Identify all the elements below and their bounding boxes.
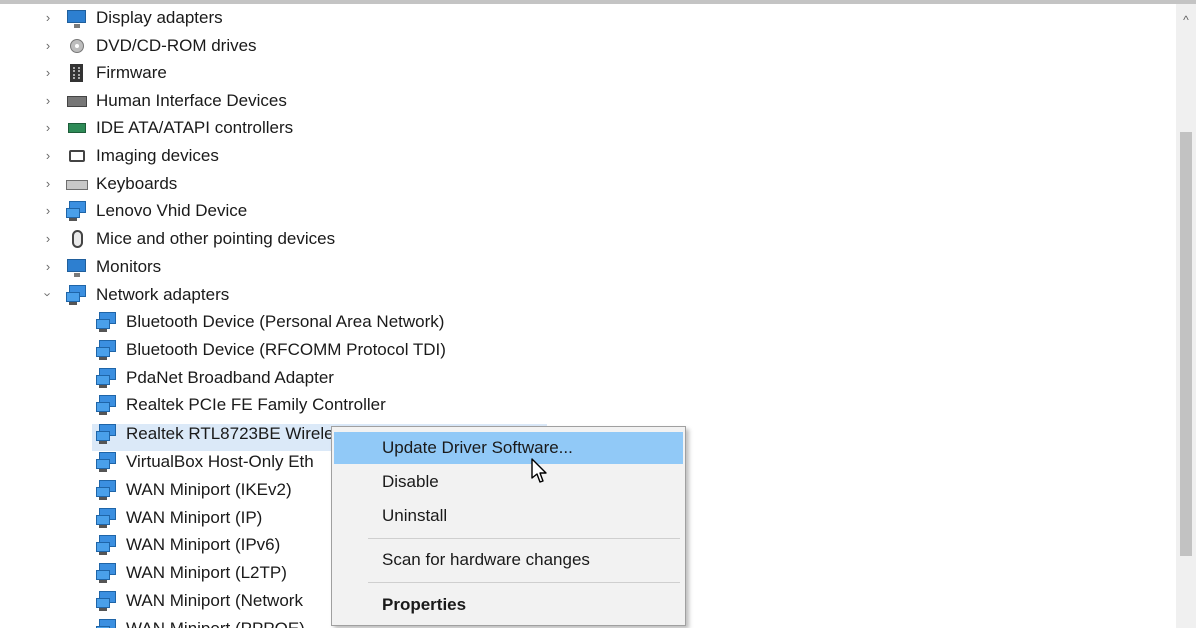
menu-item-label: Scan for hardware changes — [382, 550, 590, 569]
mouse-icon — [66, 229, 88, 249]
network-adapter-item[interactable]: WAN Miniport (PPPOE) — [96, 615, 305, 628]
menu-item-label: Update Driver Software... — [382, 438, 573, 457]
network-adapter-label: Bluetooth Device (RFCOMM Protocol TDI) — [126, 340, 446, 359]
network-adapter-label: Realtek PCIe FE Family Controller — [126, 395, 386, 414]
display-adapter-icon — [66, 8, 88, 28]
tree-item-label: Mice and other pointing devices — [96, 229, 336, 248]
network-adapter-icon — [96, 562, 118, 583]
menu-separator — [368, 582, 680, 583]
chevron-right-icon[interactable]: › — [40, 4, 56, 31]
menu-item-label: Uninstall — [382, 506, 448, 525]
dvd-drive-icon — [66, 36, 88, 56]
network-adapter-label: PdaNet Broadband Adapter — [126, 368, 334, 387]
vertical-scrollbar[interactable]: ^ — [1176, 4, 1196, 628]
network-adapter-icon — [96, 367, 118, 388]
network-adapter-label: WAN Miniport (Network — [126, 591, 303, 610]
menu-item-scan-hardware[interactable]: Scan for hardware changes — [334, 544, 683, 576]
network-adapter-item[interactable]: VirtualBox Host-Only Eth — [96, 448, 314, 475]
network-adapter-icon — [96, 339, 118, 360]
menu-item-properties[interactable]: Properties — [334, 589, 683, 621]
tree-item-label: DVD/CD-ROM drives — [96, 36, 257, 55]
network-adapter-item[interactable]: PdaNet Broadband Adapter — [96, 364, 334, 391]
network-adapter-label: WAN Miniport (IKEv2) — [126, 480, 292, 499]
network-adapter-label: WAN Miniport (IPv6) — [126, 535, 281, 554]
imaging-device-icon — [66, 146, 88, 166]
keyboard-icon — [66, 174, 88, 194]
tree-item-label: Lenovo Vhid Device — [96, 201, 248, 220]
network-adapter-item[interactable]: Bluetooth Device (Personal Area Network) — [96, 308, 444, 335]
hid-icon — [66, 91, 88, 111]
chevron-right-icon[interactable]: › — [40, 32, 56, 59]
network-adapter-item-selected[interactable]: Realtek RTL8723BE Wirele — [96, 420, 334, 447]
network-adapter-icon — [96, 507, 118, 528]
network-adapter-icon — [96, 590, 118, 611]
chevron-right-icon[interactable]: › — [40, 87, 56, 114]
tree-item-label: Display adapters — [96, 8, 223, 27]
network-adapter-label: WAN Miniport (PPPOE) — [126, 615, 305, 628]
network-adapter-icon — [96, 451, 118, 472]
mouse-cursor-icon — [531, 458, 547, 483]
network-adapter-item[interactable]: WAN Miniport (IPv6) — [96, 531, 280, 558]
menu-item-uninstall[interactable]: Uninstall — [334, 500, 683, 532]
menu-item-disable[interactable]: Disable — [334, 466, 683, 498]
scroll-up-arrow-icon[interactable]: ^ — [1176, 10, 1196, 30]
network-adapter-icon — [66, 284, 88, 305]
tree-item-label: Firmware — [96, 63, 167, 82]
menu-item-update-driver[interactable]: Update Driver Software... — [334, 432, 683, 464]
context-menu: Update Driver Software... Disable Uninst… — [331, 426, 686, 626]
monitor-icon — [66, 257, 88, 277]
network-adapter-icon — [96, 423, 118, 444]
network-adapter-item[interactable]: WAN Miniport (IP) — [96, 504, 262, 531]
scrollbar-thumb[interactable] — [1180, 132, 1192, 556]
tree-item-label: IDE ATA/ATAPI controllers — [96, 118, 294, 137]
menu-separator — [368, 538, 680, 539]
tree-item-label: Keyboards — [96, 174, 178, 193]
tree-item-label: Network adapters — [96, 285, 230, 304]
tree-item-label: Monitors — [96, 257, 162, 276]
network-adapter-item[interactable]: WAN Miniport (L2TP) — [96, 559, 287, 586]
menu-item-label: Properties — [382, 595, 467, 614]
tree-item-label: Human Interface Devices — [96, 91, 287, 110]
tree-item-label: Imaging devices — [96, 146, 219, 165]
network-adapter-icon — [96, 311, 118, 332]
network-adapter-icon — [96, 394, 118, 415]
network-adapter-label: VirtualBox Host-Only Eth — [126, 452, 314, 471]
lenovo-device-icon — [66, 200, 88, 221]
network-adapter-label: Realtek RTL8723BE Wirele — [126, 424, 334, 443]
menu-item-label: Disable — [382, 472, 439, 491]
chevron-right-icon[interactable]: › — [40, 197, 56, 224]
network-adapter-icon — [96, 618, 118, 628]
network-adapter-label: WAN Miniport (IP) — [126, 508, 263, 527]
chevron-right-icon[interactable]: › — [40, 253, 56, 280]
chevron-right-icon[interactable]: › — [40, 114, 56, 141]
chevron-right-icon[interactable]: › — [40, 142, 56, 169]
network-adapter-item[interactable]: Bluetooth Device (RFCOMM Protocol TDI) — [96, 336, 446, 363]
network-adapter-icon — [96, 479, 118, 500]
chevron-down-icon[interactable]: › — [35, 287, 62, 303]
chevron-right-icon[interactable]: › — [40, 225, 56, 252]
network-adapter-label: WAN Miniport (L2TP) — [126, 563, 287, 582]
network-adapter-item[interactable]: WAN Miniport (IKEv2) — [96, 476, 292, 503]
network-adapter-icon — [96, 534, 118, 555]
ide-controller-icon — [66, 118, 88, 138]
network-adapter-label: Bluetooth Device (Personal Area Network) — [126, 312, 445, 331]
network-adapter-item[interactable]: WAN Miniport (Network — [96, 587, 303, 614]
firmware-icon — [66, 63, 88, 83]
chevron-right-icon[interactable]: › — [40, 59, 56, 86]
network-adapter-item[interactable]: Realtek PCIe FE Family Controller — [96, 391, 386, 418]
chevron-right-icon[interactable]: › — [40, 170, 56, 197]
